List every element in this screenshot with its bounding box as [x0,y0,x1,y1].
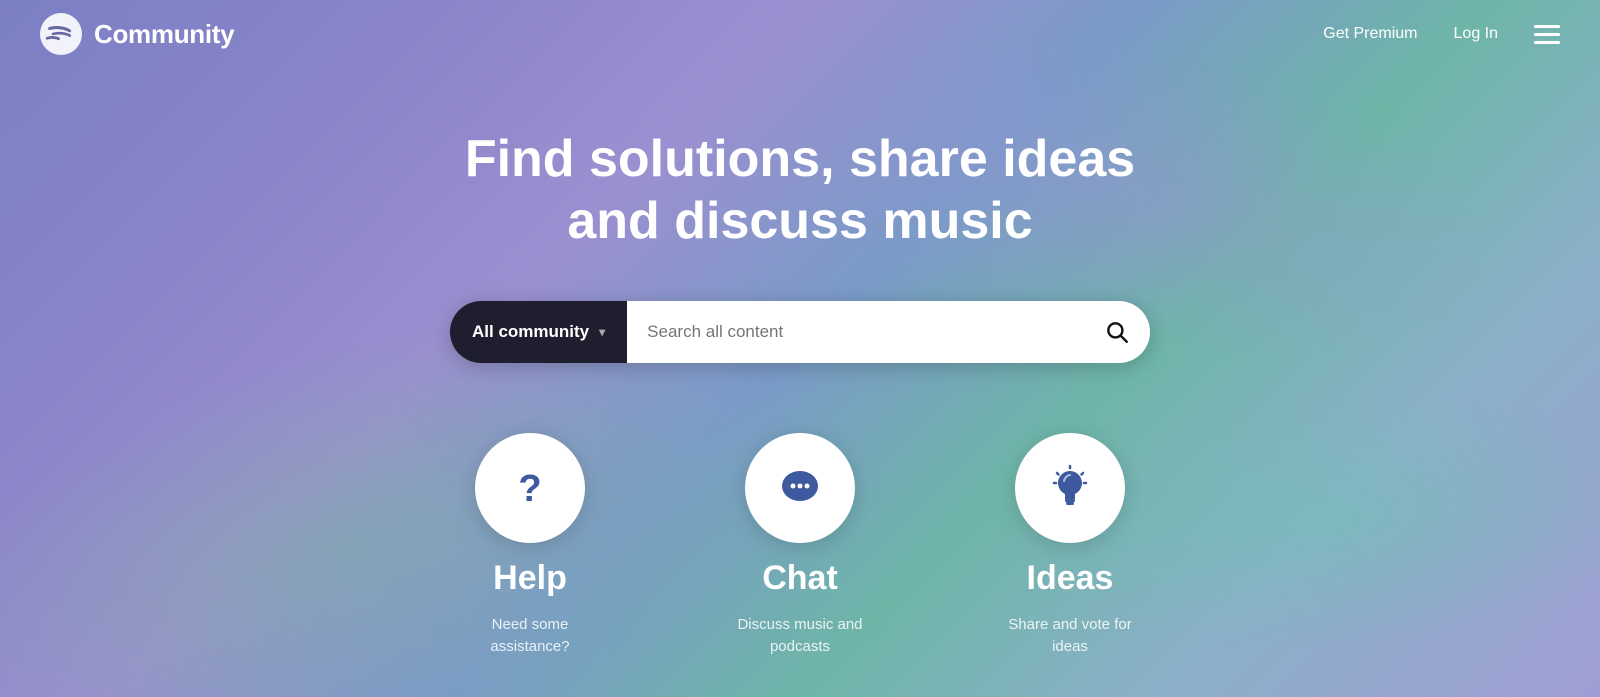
search-input[interactable] [647,322,1100,342]
get-premium-link[interactable]: Get Premium [1323,25,1417,43]
chat-icon-circle [745,433,855,543]
feature-card-ideas[interactable]: Ideas Share and vote for ideas [995,433,1145,659]
search-bar: All community ▾ [450,301,1150,363]
search-icon [1104,319,1130,345]
search-category-label: All community [472,322,589,342]
navbar: Community Get Premium Log In [0,0,1600,68]
navbar-logo-area: Community [40,13,234,55]
feature-card-chat[interactable]: Chat Discuss music and podcasts [725,433,875,659]
hero-section: Find solutions, share ideas and discuss … [0,68,1600,697]
chevron-down-icon: ▾ [599,325,605,339]
log-in-link[interactable]: Log In [1454,25,1498,43]
ideas-description: Share and vote for ideas [995,614,1145,659]
search-input-area [627,301,1150,363]
hamburger-menu-button[interactable] [1534,25,1560,44]
feature-card-help[interactable]: ? Help Need some assistance? [455,433,605,659]
help-title: Help [493,559,567,598]
spotify-logo-icon [40,13,82,55]
site-title: Community [94,19,234,50]
search-category-dropdown[interactable]: All community ▾ [450,301,627,363]
chat-title: Chat [762,559,838,598]
chat-bubble-icon [773,461,827,515]
hero-title: Find solutions, share ideas and discuss … [465,128,1135,253]
question-mark-icon: ? [503,461,557,515]
search-button[interactable] [1100,315,1134,349]
ideas-title: Ideas [1027,559,1114,598]
features-section: ? Help Need some assistance? [455,433,1145,679]
chat-description: Discuss music and podcasts [725,614,875,659]
help-icon-circle: ? [475,433,585,543]
navbar-right: Get Premium Log In [1323,25,1560,44]
lightbulb-icon [1043,461,1097,515]
help-description: Need some assistance? [455,614,605,659]
svg-text:?: ? [518,468,541,510]
ideas-icon-circle [1015,433,1125,543]
